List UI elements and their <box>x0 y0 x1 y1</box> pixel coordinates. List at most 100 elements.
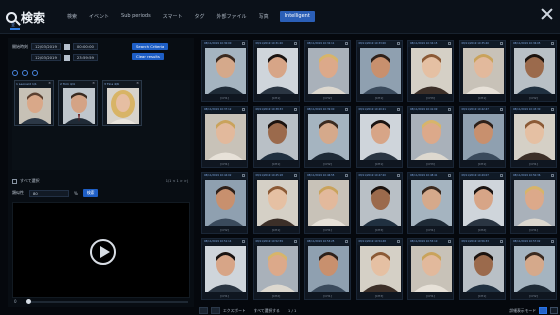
next-icon[interactable] <box>211 307 220 314</box>
tab-intelligent[interactable]: Intelligent <box>279 11 315 22</box>
result-card[interactable]: 08/11/2019 10:37:12 [CH1] <box>201 106 248 168</box>
tab-event[interactable]: イベント <box>88 11 110 22</box>
result-card[interactable]: 08/11/2019 10:40:21 [CH1] <box>355 106 403 168</box>
card-checkbox[interactable] <box>345 108 348 111</box>
card-checkbox[interactable] <box>242 174 245 177</box>
card-checkbox[interactable] <box>242 42 245 45</box>
start-time-field[interactable]: 00:00:00 <box>72 43 98 50</box>
card-checkbox[interactable] <box>396 240 400 243</box>
result-card[interactable]: 08/11/2019 10:52:59 [CH2] <box>252 238 300 300</box>
close-icon[interactable]: × <box>92 81 95 85</box>
card-checkbox[interactable] <box>448 108 451 111</box>
delete-icon[interactable] <box>22 70 28 76</box>
tab-photo[interactable]: 写真 <box>258 11 270 22</box>
card-checkbox[interactable] <box>551 108 554 111</box>
result-card[interactable]: 08/11/2019 10:46:55 [CH1] <box>304 172 351 234</box>
card-checkbox[interactable] <box>345 240 348 243</box>
result-card[interactable]: 08/11/2019 10:30:00 [CH1] <box>201 40 248 102</box>
card-checkbox[interactable] <box>499 240 503 243</box>
select-all-checkbox[interactable] <box>12 178 17 184</box>
card-checkbox[interactable] <box>242 108 245 111</box>
card-checkbox[interactable] <box>551 240 554 243</box>
card-checkbox[interactable] <box>499 108 503 111</box>
clear-results-button[interactable]: Clear results <box>132 53 164 60</box>
result-card[interactable]: 08/11/2019 10:38:33 [CH1] <box>252 106 300 168</box>
calendar-icon[interactable] <box>63 43 70 50</box>
card-checkbox[interactable] <box>551 174 554 177</box>
play-icon[interactable] <box>90 239 116 265</box>
start-date-field[interactable]: 12/03/2019 <box>31 43 61 50</box>
timeline[interactable]: 0 <box>12 299 190 304</box>
close-icon[interactable] <box>541 8 553 20</box>
result-card[interactable]: 08/11/2019 10:54:48 [CH3] <box>355 238 403 300</box>
result-card[interactable]: 08/11/2019 10:31:20 [CH1] <box>252 40 300 102</box>
card-checkbox[interactable] <box>345 174 348 177</box>
tab-sub-periods[interactable]: Sub periods <box>120 11 152 22</box>
calendar-icon[interactable] <box>63 54 70 61</box>
result-card[interactable]: 08/11/2019 10:34:15 [CH3] <box>407 40 454 102</box>
export-label[interactable]: エクスポート <box>223 308 246 314</box>
result-card[interactable]: 08/11/2019 10:32:11 [CH2] <box>304 40 351 102</box>
tab-smart[interactable]: スマート <box>162 11 184 22</box>
result-card[interactable]: 08/11/2019 10:44:02 [CH2] <box>201 172 248 234</box>
card-checkbox[interactable] <box>345 42 348 45</box>
prev-icon[interactable] <box>199 307 208 314</box>
card-checkbox[interactable] <box>396 108 400 111</box>
result-card[interactable]: 08/11/2019 10:53:25 [CH1] <box>304 238 351 300</box>
target-thumb[interactable]: 3 Tina 4/6 × <box>102 80 142 126</box>
card-checkbox[interactable] <box>448 174 451 177</box>
card-checkbox[interactable] <box>499 174 503 177</box>
mini-pager[interactable]: 1/1 < 1 > >| <box>166 179 188 183</box>
result-card[interactable]: 08/11/2019 10:51:14 [CH1] <box>201 238 248 300</box>
card-checkbox[interactable] <box>293 42 297 45</box>
tab-external-file[interactable]: 外部ファイル <box>216 11 248 22</box>
search-button[interactable]: 検索 <box>82 189 99 197</box>
card-checkbox[interactable] <box>293 240 297 243</box>
list-view-icon[interactable] <box>550 307 558 314</box>
close-icon[interactable]: × <box>136 81 139 85</box>
end-date-field[interactable]: 12/03/2019 <box>31 54 61 61</box>
end-time-field[interactable]: 23:59:59 <box>72 54 98 61</box>
close-icon[interactable]: × <box>48 81 51 85</box>
card-channel: [CH1] <box>529 228 538 232</box>
grid-view-icon[interactable] <box>539 307 547 314</box>
card-checkbox[interactable] <box>242 240 245 243</box>
result-card[interactable]: 08/11/2019 10:43:30 [CH1] <box>510 106 557 168</box>
card-checkbox[interactable] <box>448 42 451 45</box>
card-checkbox[interactable] <box>396 42 400 45</box>
add-icon[interactable] <box>12 70 18 76</box>
similarity-input[interactable]: 80 <box>29 189 69 197</box>
result-card[interactable]: 08/11/2019 10:39:00 [CH2] <box>304 106 351 168</box>
card-checkbox[interactable] <box>293 108 297 111</box>
result-card[interactable]: 08/11/2019 10:57:02 [CH2] <box>510 238 557 300</box>
result-grid: 08/11/2019 10:30:00 [CH1] 08/11/2019 10:31… <box>199 38 557 305</box>
result-card[interactable]: 08/11/2019 10:36:05 [CH2] <box>510 40 557 102</box>
card-channel: [CH2] <box>323 162 332 166</box>
tab-tag[interactable]: タグ <box>194 11 206 22</box>
select-all-bottom[interactable]: すべて選択する <box>254 308 280 314</box>
result-card[interactable]: 08/11/2019 10:47:20 [CH3] <box>355 172 403 234</box>
result-card[interactable]: 08/11/2019 10:49:07 [CH2] <box>458 172 506 234</box>
result-card[interactable]: 08/11/2019 10:41:09 [CH3] <box>407 106 454 168</box>
card-checkbox[interactable] <box>396 174 400 177</box>
result-card[interactable]: 08/11/2019 10:35:40 [CH1] <box>458 40 506 102</box>
card-checkbox[interactable] <box>293 174 297 177</box>
result-card[interactable]: 08/11/2019 10:33:00 [CH1] <box>355 40 403 102</box>
video-preview[interactable] <box>12 202 190 298</box>
result-card[interactable]: 08/11/2019 10:50:36 [CH1] <box>510 172 557 234</box>
timeline-knob[interactable] <box>26 299 31 304</box>
timeline-track[interactable] <box>28 301 188 303</box>
card-checkbox[interactable] <box>551 42 554 45</box>
target-thumb[interactable]: 1 Leonard 1/1 × <box>14 80 54 126</box>
result-card[interactable]: 08/11/2019 10:45:18 [CH1] <box>252 172 300 234</box>
result-card[interactable]: 08/11/2019 10:55:10 [CH1] <box>407 238 454 300</box>
card-checkbox[interactable] <box>448 240 451 243</box>
target-thumb[interactable]: 2 Tom 4/4 × <box>58 80 98 126</box>
result-card[interactable]: 08/11/2019 10:48:41 [CH1] <box>407 172 454 234</box>
search-criteria-button[interactable]: Search Criteria <box>132 43 169 50</box>
result-card[interactable]: 08/11/2019 10:42:47 [CH1] <box>458 106 506 168</box>
tab-search[interactable]: 検索 <box>66 11 78 22</box>
card-checkbox[interactable] <box>499 42 503 45</box>
settings-icon[interactable] <box>32 70 38 76</box>
result-card[interactable]: 08/11/2019 10:56:33 [CH1] <box>458 238 506 300</box>
